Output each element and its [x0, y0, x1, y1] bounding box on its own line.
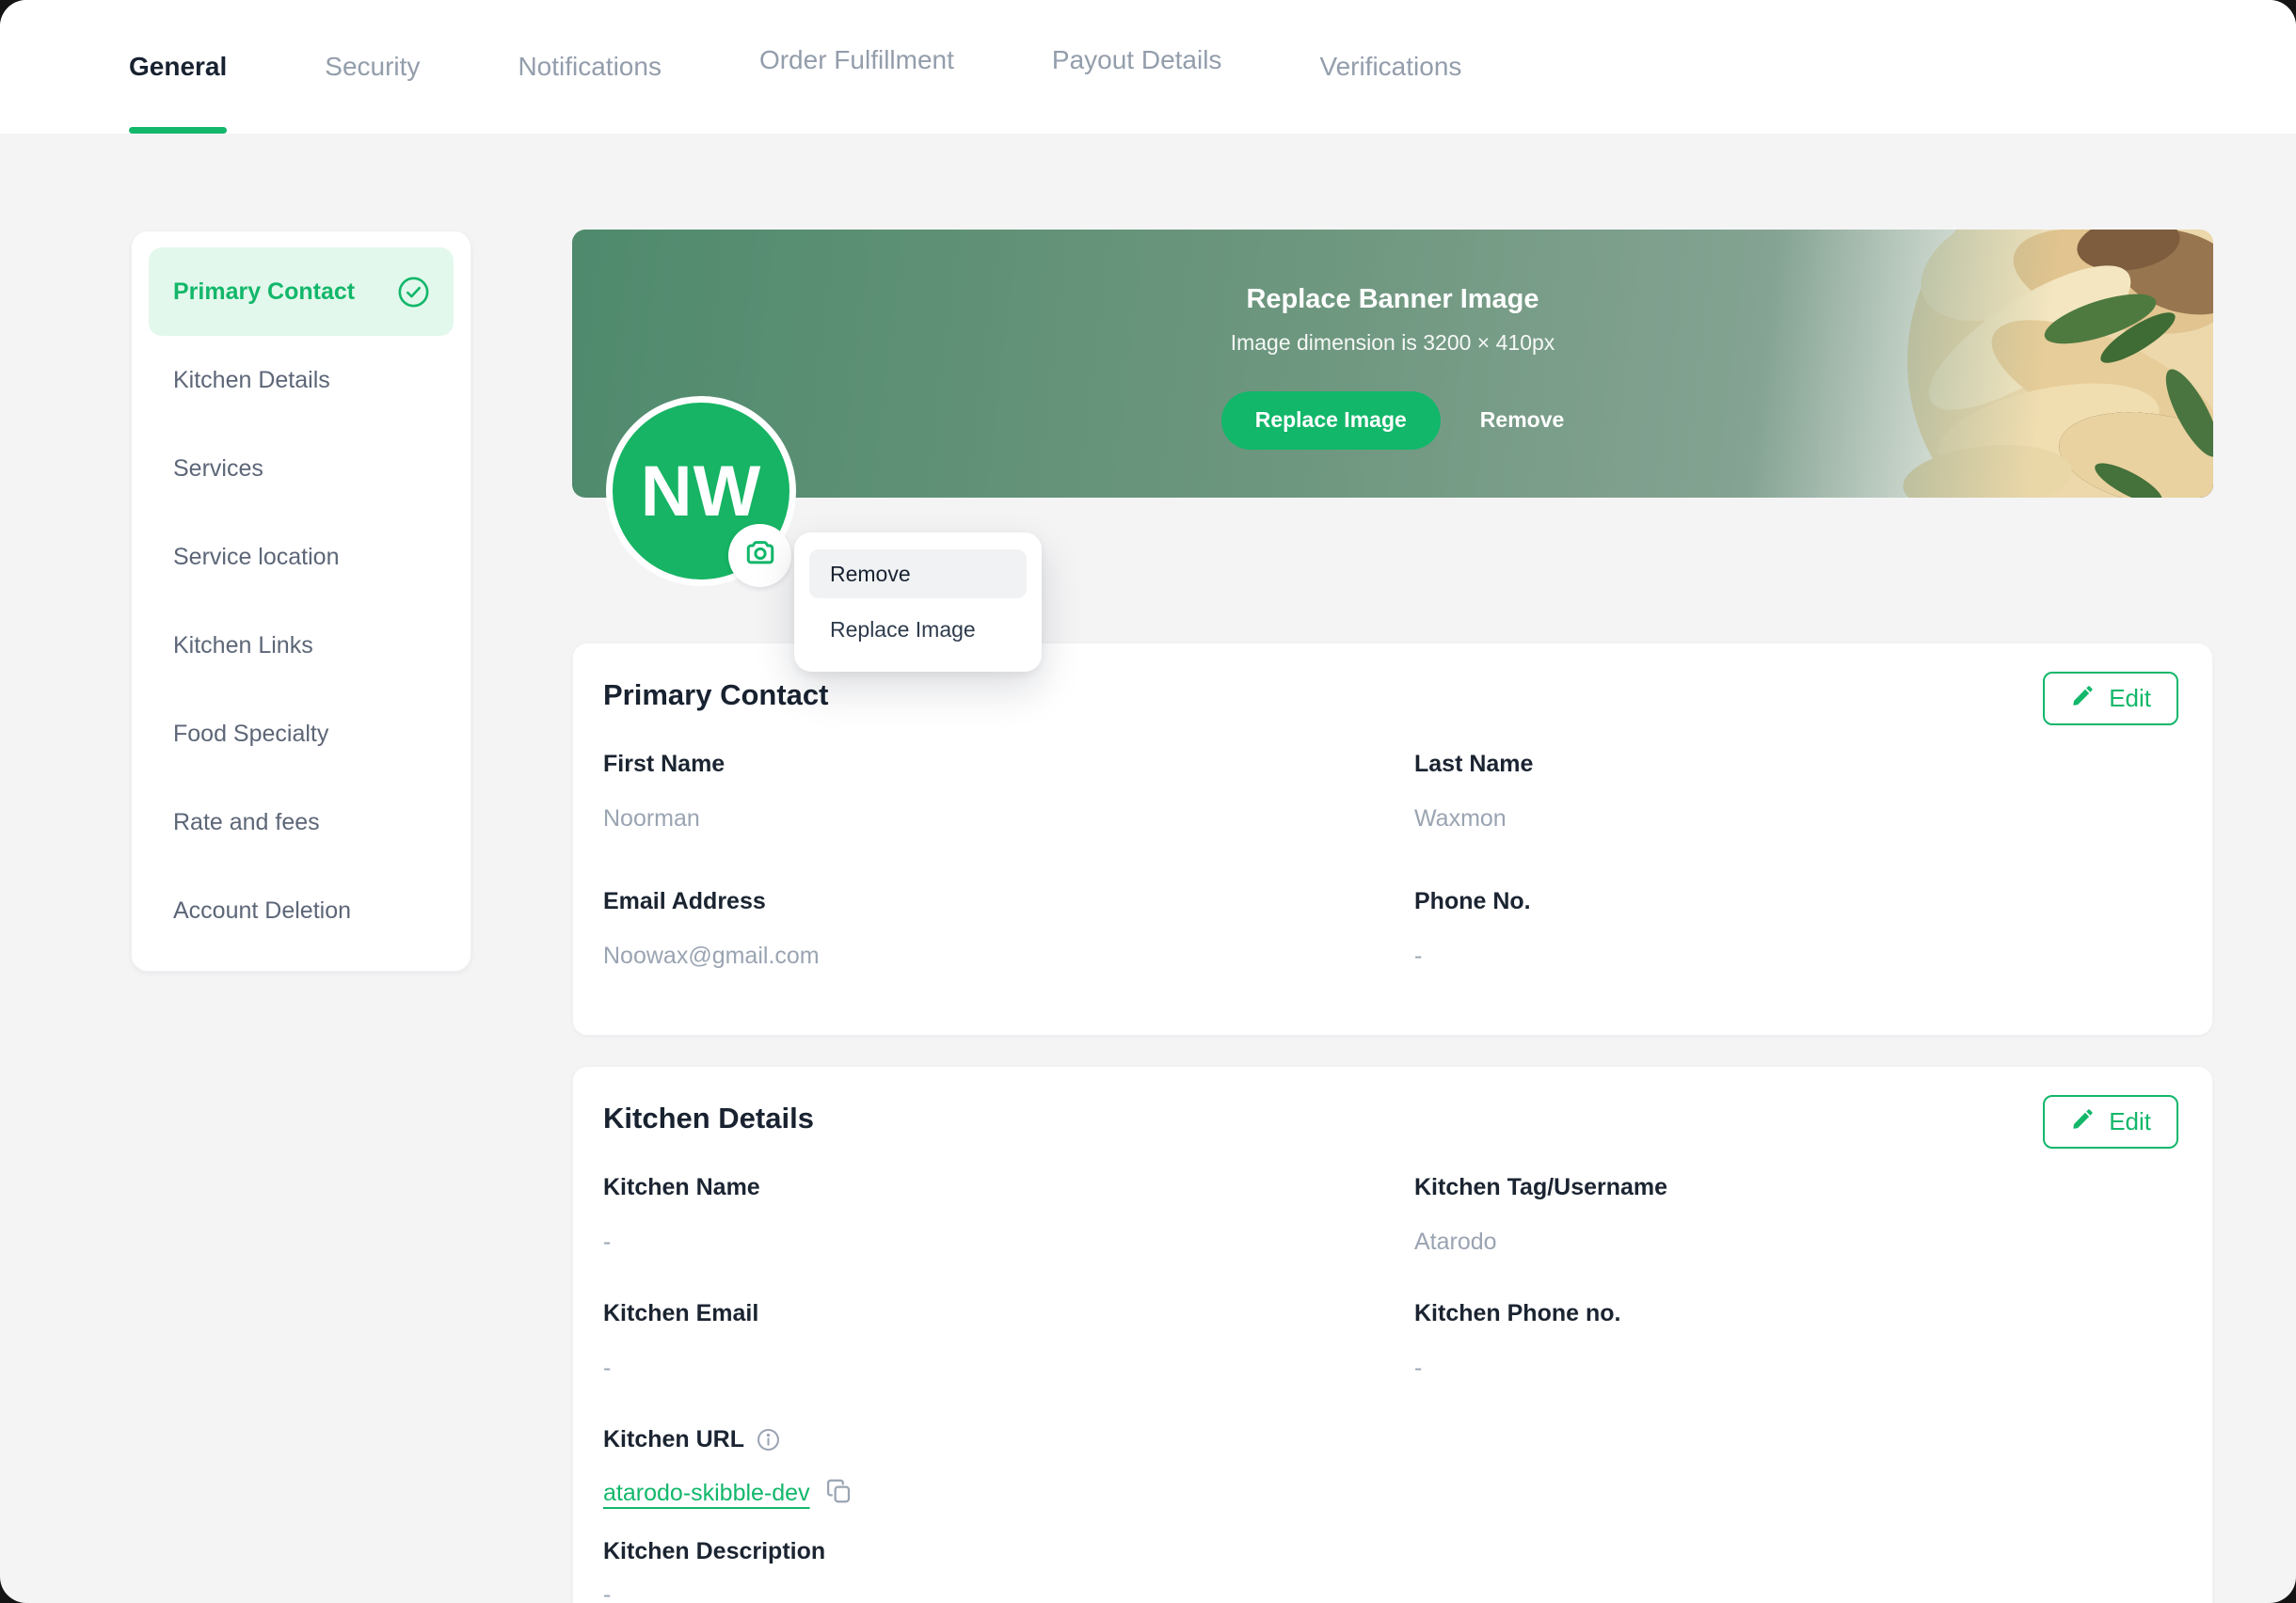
sidebar-item-food-specialty[interactable]: Food Specialty	[149, 690, 454, 778]
banner-title: Replace Banner Image	[1246, 283, 1539, 314]
kitchen-details-card: Kitchen Details Edit Kitchen Name - Kitc…	[572, 1066, 2213, 1603]
info-icon[interactable]	[756, 1427, 781, 1452]
avatar-menu-remove[interactable]: Remove	[809, 549, 1027, 598]
field-last-name: Last Name Waxmon	[1414, 749, 2178, 833]
tab-verifications[interactable]: Verifications	[1319, 0, 1461, 134]
field-label: First Name	[603, 751, 725, 777]
field-kitchen-tag: Kitchen Tag/Username Atarodo	[1414, 1172, 2178, 1257]
remove-banner-image-button[interactable]: Remove	[1480, 407, 1564, 433]
field-kitchen-email: Kitchen Email -	[603, 1298, 1414, 1383]
kitchen-description-value: -	[603, 1581, 612, 1603]
avatar-menu: Remove Replace Image	[794, 532, 1042, 672]
field-label: Kitchen Phone no.	[1414, 1300, 1621, 1326]
tab-security[interactable]: Security	[325, 0, 420, 134]
field-label: Last Name	[1414, 751, 1534, 777]
kitchen-url-row: atarodo-skibble-dev	[603, 1477, 2178, 1508]
primary-contact-card: Primary Contact Edit First Name Noorman …	[572, 643, 2213, 1036]
replace-banner-image-button[interactable]: Replace Image	[1220, 390, 1441, 450]
field-kitchen-name: Kitchen Name -	[603, 1172, 1414, 1257]
field-value: -	[1414, 1355, 1423, 1381]
banner-actions: Replace Image Remove	[1220, 390, 1564, 450]
kitchen-url-label: Kitchen URL	[603, 1426, 744, 1452]
sidebar-item-account-deletion[interactable]: Account Deletion	[149, 866, 454, 955]
check-circle-icon	[396, 275, 431, 309]
banner-image-area: Replace Banner Image Image dimension is …	[572, 230, 2213, 498]
field-value: Waxmon	[1414, 805, 1507, 832]
tab-general[interactable]: General	[129, 0, 228, 134]
pencil-icon	[2070, 1106, 2096, 1138]
sidebar-item-kitchen-details[interactable]: Kitchen Details	[149, 336, 454, 424]
sidebar-item-label: Kitchen Details	[173, 366, 330, 393]
sidebar-item-service-location[interactable]: Service location	[149, 513, 454, 601]
edit-button-label: Edit	[2109, 1107, 2151, 1135]
field-value: -	[1414, 943, 1423, 969]
camera-icon	[743, 536, 777, 575]
copy-url-button[interactable]	[825, 1477, 853, 1508]
settings-page: General Security Notifications Order Ful…	[0, 0, 2296, 1603]
edit-primary-contact-button[interactable]: Edit	[2043, 672, 2178, 725]
sidebar-item-label: Services	[173, 454, 263, 482]
sidebar-item-label: Primary Contact	[173, 278, 356, 305]
kitchen-details-title: Kitchen Details	[603, 1102, 814, 1135]
sidebar-item-label: Rate and fees	[173, 808, 320, 835]
tab-notifications[interactable]: Notifications	[518, 0, 662, 134]
tab-bar: General Security Notifications Order Ful…	[0, 0, 2296, 134]
tab-order-fulfillment[interactable]: Order Fulfillment	[759, 0, 954, 127]
sidebar-item-label: Food Specialty	[173, 720, 329, 747]
kitchen-details-fields: Kitchen Name - Kitchen Tag/Username Atar…	[603, 1172, 2178, 1424]
field-value: Atarodo	[1414, 1229, 1497, 1255]
kitchen-url-block: Kitchen URL atarodo-skibble-dev Kitchen …	[603, 1424, 2178, 1603]
edit-kitchen-details-button[interactable]: Edit	[2043, 1095, 2178, 1149]
banner-content: Replace Banner Image Image dimension is …	[572, 230, 2213, 498]
field-value: Noorman	[603, 805, 700, 832]
field-value: -	[603, 1355, 612, 1381]
field-first-name: First Name Noorman	[603, 749, 1414, 833]
sidebar-item-label: Account Deletion	[173, 897, 352, 924]
primary-contact-fields: First Name Noorman Last Name Waxmon Emai…	[603, 749, 2178, 1024]
field-label: Kitchen Name	[603, 1174, 760, 1200]
copy-icon	[825, 1477, 853, 1508]
banner-subtitle: Image dimension is 3200 × 410px	[1230, 329, 1555, 355]
settings-sidebar: Primary Contact Kitchen Details Services…	[131, 230, 471, 972]
field-label: Kitchen Email	[603, 1300, 759, 1326]
tab-payout-details[interactable]: Payout Details	[1052, 0, 1222, 127]
field-phone-no: Phone No. -	[1414, 886, 2178, 971]
sidebar-item-kitchen-links[interactable]: Kitchen Links	[149, 601, 454, 690]
sidebar-item-label: Kitchen Links	[173, 631, 313, 659]
sidebar-item-rate-and-fees[interactable]: Rate and fees	[149, 778, 454, 866]
field-value: -	[603, 1229, 612, 1255]
field-label: Email Address	[603, 888, 766, 914]
pencil-icon	[2070, 683, 2096, 715]
kitchen-url-label-row: Kitchen URL	[603, 1424, 2178, 1454]
sidebar-item-services[interactable]: Services	[149, 424, 454, 513]
kitchen-url-link[interactable]: atarodo-skibble-dev	[603, 1478, 810, 1508]
primary-contact-title: Primary Contact	[603, 678, 829, 711]
sidebar-item-primary-contact[interactable]: Primary Contact	[149, 247, 454, 336]
field-label: Kitchen Tag/Username	[1414, 1174, 1668, 1200]
edit-button-label: Edit	[2109, 684, 2151, 712]
avatar-initials: NW	[640, 451, 762, 532]
kitchen-description-label: Kitchen Description	[603, 1538, 826, 1564]
field-email-address: Email Address Noowax@gmail.com	[603, 886, 1414, 971]
change-avatar-button[interactable]	[728, 524, 791, 587]
field-value: Noowax@gmail.com	[603, 943, 820, 969]
field-label: Phone No.	[1414, 888, 1531, 914]
field-kitchen-phone: Kitchen Phone no. -	[1414, 1298, 2178, 1383]
avatar-menu-replace-image[interactable]: Replace Image	[809, 608, 1027, 651]
sidebar-item-label: Service location	[173, 543, 340, 570]
